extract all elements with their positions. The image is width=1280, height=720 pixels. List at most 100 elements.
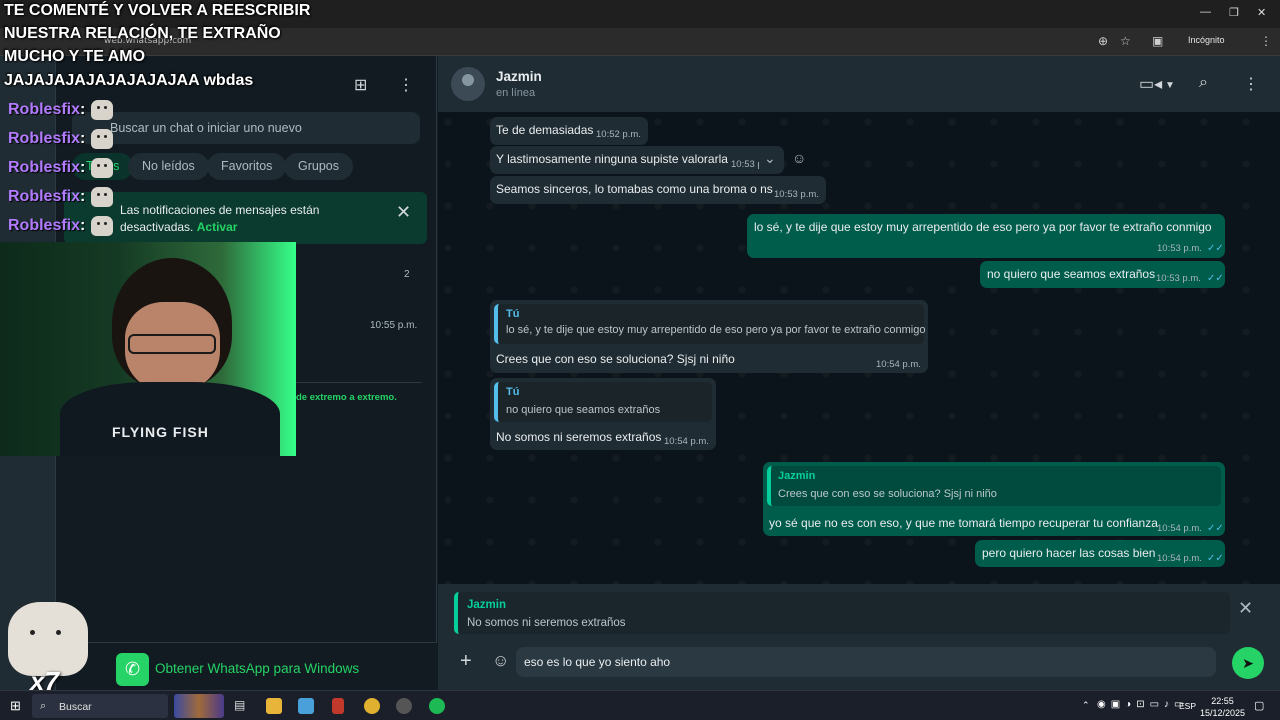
app-icon[interactable] [298, 698, 314, 714]
overlay-chat-user: Roblesfix [8, 188, 81, 205]
app-icon[interactable] [332, 698, 344, 714]
quote-text: lo sé, y te dije que estoy muy arrepenti… [506, 324, 926, 336]
message-bubble-in[interactable]: Tú lo sé, y te dije que estoy muy arrepe… [490, 300, 928, 373]
clock-time: 22:55 [1211, 696, 1234, 706]
read-ticks-icon: ✓✓ [1207, 553, 1224, 564]
close-icon[interactable]: ✕ [396, 202, 411, 223]
clock-date: 15/12/2025 [1200, 708, 1246, 718]
reply-author: Jazmin [467, 599, 506, 611]
overlay-title-line: JAJAJAJAJAJAJAJAJAA wbdas [4, 72, 254, 89]
minimize-icon[interactable]: — [1200, 6, 1211, 18]
chat-time: 10:55 p.m. [370, 320, 418, 331]
message-text: Seamos sinceros, lo tomabas como una bro… [496, 182, 773, 196]
video-call-icon[interactable]: ▭◂ [1139, 74, 1162, 94]
whatsapp-logo-icon: ✆ [116, 653, 149, 686]
chrome-icon[interactable] [364, 698, 380, 714]
send-button[interactable]: ➤ [1232, 647, 1264, 679]
message-bubble-in[interactable]: Seamos sinceros, lo tomabas como una bro… [490, 176, 826, 204]
quote-text: Crees que con eso se soluciona? Sjsj ni … [778, 488, 997, 500]
filter-groups[interactable]: Grupos [284, 153, 353, 180]
restore-icon[interactable]: ❐ [1229, 6, 1239, 19]
cat-emote-icon [91, 187, 113, 207]
new-chat-icon[interactable]: ⊞ [354, 75, 367, 95]
overlay-separator: : [80, 101, 86, 118]
tray-icons[interactable]: ◉▣◑⊡▭♪▭ [1097, 699, 1189, 710]
message-time: 10:54 p.m. [1157, 523, 1202, 534]
overlay-separator: : [80, 159, 86, 176]
message-bubble-out[interactable]: Jazmin Crees que con eso se soluciona? S… [763, 462, 1225, 536]
bookmark-star-icon[interactable]: ☆ [1120, 34, 1131, 48]
contact-status: en línea [496, 87, 536, 99]
taskbar-widget-icon[interactable] [174, 694, 224, 718]
shirt-print: FLYING FISH [112, 424, 209, 440]
contact-name[interactable]: Jazmin [496, 69, 542, 84]
message-text: pero quiero hacer las cosas bien [982, 546, 1156, 560]
quoted-message[interactable]: Tú no quiero que seamos extraños [494, 382, 712, 422]
search-placeholder: Buscar un chat o iniciar uno nuevo [110, 121, 302, 135]
search-icon[interactable]: ⌕ [1199, 74, 1208, 92]
clock[interactable]: 22:55 15/12/2025 [1200, 695, 1245, 719]
attach-plus-icon[interactable]: + [460, 650, 472, 673]
quote-author: Jazmin [778, 470, 816, 482]
tray-up-icon[interactable]: ⌃ [1082, 700, 1090, 711]
activate-link[interactable]: Activar [197, 220, 238, 234]
quoted-message[interactable]: Tú lo sé, y te dije que estoy muy arrepe… [494, 304, 926, 344]
cat-eye [56, 630, 61, 635]
message-time: 10:53 p.m. [1156, 273, 1201, 284]
message-bubble-out[interactable]: pero quiero hacer las cosas bien 10:54 p… [975, 540, 1225, 567]
message-time: 10:54 p.m. [664, 436, 709, 447]
zoom-icon[interactable]: ⊕ [1098, 34, 1108, 48]
file-explorer-icon[interactable] [266, 698, 282, 714]
quoted-message[interactable]: Jazmin Crees que con eso se soluciona? S… [767, 466, 1221, 506]
close-reply-icon[interactable]: ✕ [1238, 598, 1253, 619]
get-app-link[interactable]: Obtener WhatsApp para Windows [155, 661, 359, 676]
emoji-icon[interactable]: ☺ [492, 651, 509, 671]
message-bubble-in[interactable]: Te de demasiadas 10:52 p.m. [490, 117, 648, 145]
message-text: lo sé, y te dije que estoy muy arrepenti… [754, 220, 1212, 234]
extension-icon[interactable]: ▣ [1152, 34, 1163, 48]
webcam-overlay: FLYING FISH [0, 242, 296, 456]
cat-eye [30, 630, 35, 635]
obs-icon[interactable] [396, 698, 412, 714]
message-bubble-in[interactable]: Y lastimosamente ninguna supiste valorar… [490, 146, 784, 174]
message-bubble-out[interactable]: no quiero que seamos extraños 10:53 p.m.… [980, 261, 1225, 288]
quote-author: Tú [506, 308, 520, 320]
unread-count: 2 [404, 269, 410, 280]
language-indicator[interactable]: ESP [1179, 701, 1196, 711]
read-ticks-icon: ✓✓ [1207, 243, 1224, 254]
message-text: no quiero que seamos extraños [987, 267, 1156, 281]
message-input-text[interactable]: eso es lo que yo siento aho [524, 655, 670, 669]
message-bubble-out[interactable]: lo sé, y te dije que estoy muy arrepenti… [747, 214, 1225, 258]
chevron-down-icon[interactable]: ⌄ [764, 150, 776, 167]
filter-favorites[interactable]: Favoritos [207, 153, 287, 180]
taskbar-search-text: Buscar [59, 701, 92, 713]
overlay-title-line: NUESTRA RELACIÓN, TE EXTRAÑO [4, 25, 281, 42]
chevron-down-icon[interactable]: ▼ [1165, 80, 1175, 91]
incognito-label[interactable]: Incógnito [1188, 35, 1225, 45]
emoji-react-icon[interactable]: ☺ [792, 150, 806, 166]
message-time: 10:53 p.m. [774, 189, 819, 200]
sidebar-menu-icon[interactable]: ⋮ [398, 75, 414, 95]
cat-emote-icon [91, 100, 113, 120]
taskbar-search[interactable] [32, 694, 168, 718]
close-window-icon[interactable]: ✕ [1257, 6, 1266, 19]
task-view-icon[interactable]: ▤ [234, 698, 245, 712]
search-icon: ⌕ [40, 700, 47, 712]
message-bubble-in[interactable]: Tú no quiero que seamos extraños No somo… [490, 378, 716, 450]
notification-center-icon[interactable]: ▢ [1254, 699, 1264, 712]
filter-unread[interactable]: No leídos [128, 153, 209, 180]
encryption-note: de extremo a extremo. [296, 392, 397, 403]
chat-menu-icon[interactable]: ⋮ [1243, 74, 1259, 94]
browser-menu-icon[interactable]: ⋮ [1260, 34, 1272, 48]
reply-text: No somos ni seremos extraños [467, 617, 626, 629]
notification-text: Las notificaciones de mensajes están des… [120, 202, 390, 236]
spotify-icon[interactable] [429, 698, 445, 714]
message-text: yo sé que no es con eso, y que me tomará… [769, 516, 1158, 530]
cat-emote-icon [91, 216, 113, 236]
read-ticks-icon: ✓✓ [1207, 523, 1224, 534]
message-time: 10:54 p.m. [876, 359, 921, 370]
message-text: No somos ni seremos extraños [496, 430, 662, 444]
avatar[interactable] [451, 67, 485, 101]
overlay-separator: : [80, 130, 86, 147]
windows-start-icon[interactable]: ⊞ [10, 698, 21, 714]
